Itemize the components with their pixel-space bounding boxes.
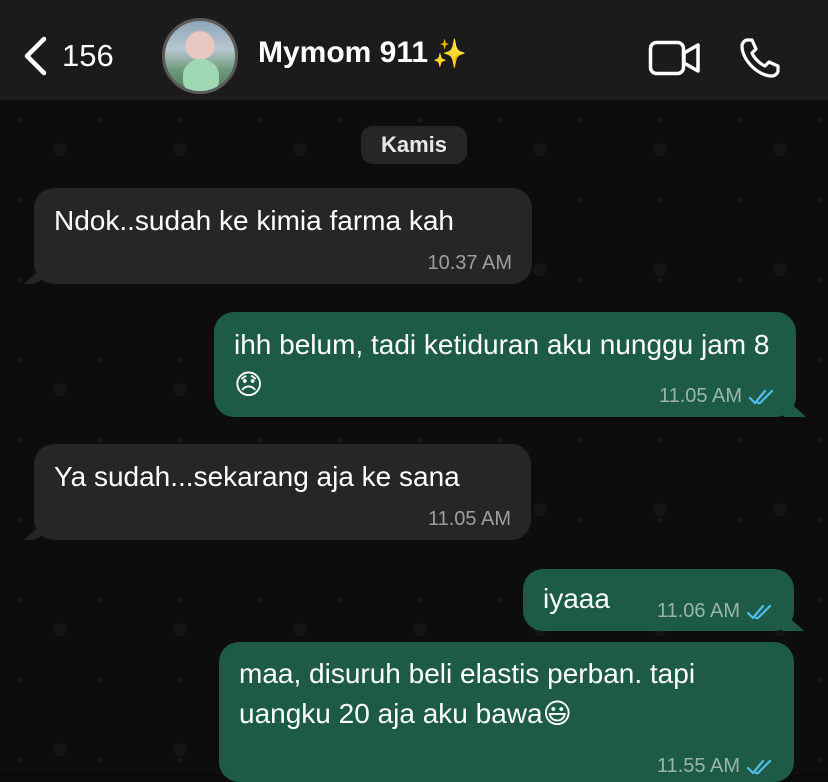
double-check-icon	[746, 759, 772, 774]
message-text: Ya sudah...sekarang aja ke sana	[54, 461, 460, 492]
unread-count: 156	[62, 38, 114, 73]
avatar[interactable]	[162, 18, 238, 94]
message-meta: 11.05 AM	[659, 385, 776, 408]
disappointed-face-emoji: 😞	[234, 369, 264, 400]
sparkle-emoji: ✨	[432, 37, 467, 69]
message-bubble-outgoing[interactable]: maa, disuruh beli elastis perban. tapi u…	[219, 642, 794, 782]
message-bubble-outgoing[interactable]: ihh belum, tadi ketiduran aku nunggu jam…	[214, 312, 806, 417]
contact-name-text: Mymom 911	[258, 36, 429, 69]
message-text: Ndok..sudah ke kimia farma kah	[54, 205, 454, 236]
day-separator: Kamis	[361, 126, 467, 164]
smiling-face-emoji: 😃	[542, 698, 572, 729]
avatar-figure	[183, 59, 219, 91]
message-time: 10.37 AM	[427, 252, 512, 274]
double-check-icon	[746, 604, 772, 619]
chat-header: 156 Mymom 911 ✨	[0, 0, 828, 100]
chevron-left-icon	[24, 36, 47, 76]
phone-icon	[740, 38, 780, 78]
message-time: 11.05 AM	[658, 385, 742, 407]
message-meta: 11.06 AM	[657, 600, 774, 623]
message-text-content: ihh belum, tadi ketiduran aku nunggu jam…	[234, 329, 770, 360]
message-bubble-outgoing[interactable]: iyaaa 11.06 AM	[523, 569, 804, 631]
voice-call-button[interactable]	[738, 36, 782, 85]
message-time: 11.05 AM	[427, 508, 511, 530]
message-text: maa, disuruh beli elastis perban. tapi u…	[239, 654, 774, 734]
back-button[interactable]: 156	[22, 32, 114, 80]
video-call-button[interactable]	[648, 38, 702, 83]
contact-name[interactable]: Mymom 911 ✨	[258, 36, 467, 70]
message-meta: 11.05 AM	[428, 508, 511, 531]
message-meta: 10.37 AM	[427, 252, 512, 275]
message-text-content: maa, disuruh beli elastis perban. tapi u…	[239, 658, 703, 729]
message-time: 11.06 AM	[656, 600, 740, 622]
double-check-icon	[748, 389, 774, 404]
message-bubble-incoming[interactable]: Ya sudah...sekarang aja ke sana 11.05 AM	[24, 444, 531, 540]
message-bubble-incoming[interactable]: Ndok..sudah ke kimia farma kah 10.37 AM	[24, 188, 532, 284]
video-camera-icon	[648, 40, 700, 76]
